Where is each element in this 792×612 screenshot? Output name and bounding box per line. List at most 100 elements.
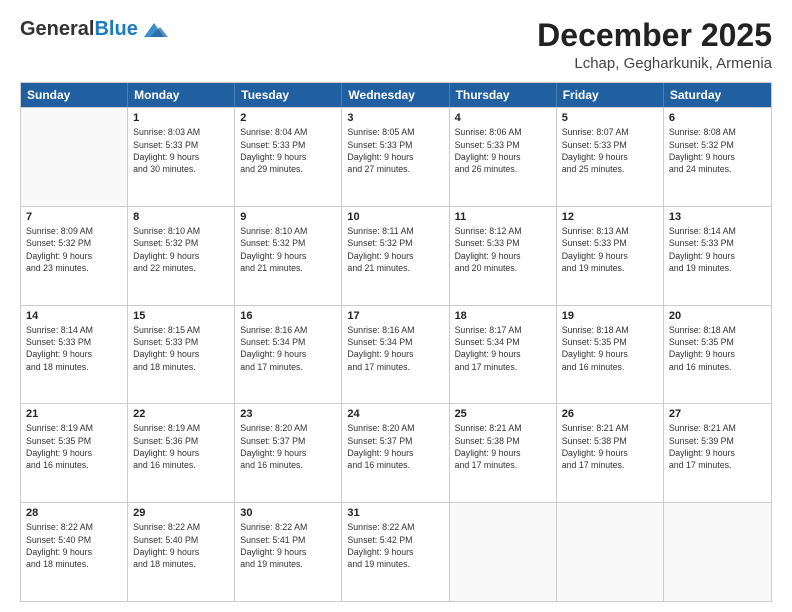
cell-info: Sunrise: 8:10 AM Sunset: 5:32 PM Dayligh… bbox=[240, 225, 336, 274]
title-block: December 2025 Lchap, Gegharkunik, Armeni… bbox=[537, 18, 772, 72]
cell-info: Sunrise: 8:20 AM Sunset: 5:37 PM Dayligh… bbox=[240, 422, 336, 471]
cell-info: Sunrise: 8:05 AM Sunset: 5:33 PM Dayligh… bbox=[347, 126, 443, 175]
cell-day-number: 23 bbox=[240, 408, 336, 420]
cell-info: Sunrise: 8:17 AM Sunset: 5:34 PM Dayligh… bbox=[455, 324, 551, 373]
cell-info: Sunrise: 8:03 AM Sunset: 5:33 PM Dayligh… bbox=[133, 126, 229, 175]
cell-day-number: 5 bbox=[562, 112, 658, 124]
cell-info: Sunrise: 8:08 AM Sunset: 5:32 PM Dayligh… bbox=[669, 126, 766, 175]
cell-info: Sunrise: 8:11 AM Sunset: 5:32 PM Dayligh… bbox=[347, 225, 443, 274]
cell-info: Sunrise: 8:19 AM Sunset: 5:36 PM Dayligh… bbox=[133, 422, 229, 471]
cell-day-number: 27 bbox=[669, 408, 766, 420]
calendar-cell-9: 9 Sunrise: 8:10 AM Sunset: 5:32 PM Daylig… bbox=[235, 207, 342, 305]
calendar-cell-11: 11 Sunrise: 8:12 AM Sunset: 5:33 PM Dayli… bbox=[450, 207, 557, 305]
logo-icon bbox=[140, 19, 168, 41]
location-title: Lchap, Gegharkunik, Armenia bbox=[537, 55, 772, 72]
cell-day-number: 10 bbox=[347, 211, 443, 223]
cell-info: Sunrise: 8:16 AM Sunset: 5:34 PM Dayligh… bbox=[240, 324, 336, 373]
cell-day-number: 29 bbox=[133, 507, 229, 519]
calendar-row-3: 21 Sunrise: 8:19 AM Sunset: 5:35 PM Dayli… bbox=[21, 403, 771, 502]
cell-info: Sunrise: 8:15 AM Sunset: 5:33 PM Dayligh… bbox=[133, 324, 229, 373]
calendar-cell-7: 7Sunrise: 8:09 AM Sunset: 5:32 PM Daylig… bbox=[21, 207, 128, 305]
calendar-cell-8: 8 Sunrise: 8:10 AM Sunset: 5:32 PM Daylig… bbox=[128, 207, 235, 305]
logo: GeneralBlue bbox=[20, 18, 168, 41]
calendar-cell-4: 4Sunrise: 8:06 AM Sunset: 5:33 PM Daylig… bbox=[450, 108, 557, 206]
cell-day-number: 4 bbox=[455, 112, 551, 124]
cell-day-number: 18 bbox=[455, 310, 551, 322]
calendar-cell-26: 26 Sunrise: 8:21 AM Sunset: 5:38 PM Dayli… bbox=[557, 404, 664, 502]
cell-day-number: 9 bbox=[240, 211, 336, 223]
month-title: December 2025 bbox=[537, 18, 772, 53]
cell-day-number: 11 bbox=[455, 211, 551, 223]
calendar-cell-empty-4-5 bbox=[557, 503, 664, 601]
cell-day-number: 26 bbox=[562, 408, 658, 420]
cell-day-number: 28 bbox=[26, 507, 122, 519]
calendar-cell-31: 31 Sunrise: 8:22 AM Sunset: 5:42 PM Dayli… bbox=[342, 503, 449, 601]
cell-day-number: 15 bbox=[133, 310, 229, 322]
cell-info: Sunrise: 8:18 AM Sunset: 5:35 PM Dayligh… bbox=[669, 324, 766, 373]
calendar-cell-17: 17 Sunrise: 8:16 AM Sunset: 5:34 PM Dayli… bbox=[342, 306, 449, 404]
calendar-cell-25: 25 Sunrise: 8:21 AM Sunset: 5:38 PM Dayli… bbox=[450, 404, 557, 502]
cell-day-number: 2 bbox=[240, 112, 336, 124]
cell-info: Sunrise: 8:10 AM Sunset: 5:32 PM Dayligh… bbox=[133, 225, 229, 274]
cell-info: Sunrise: 8:04 AM Sunset: 5:33 PM Dayligh… bbox=[240, 126, 336, 175]
cell-info: Sunrise: 8:22 AM Sunset: 5:42 PM Dayligh… bbox=[347, 521, 443, 570]
calendar-cell-22: 22 Sunrise: 8:19 AM Sunset: 5:36 PM Dayli… bbox=[128, 404, 235, 502]
cell-info: Sunrise: 8:21 AM Sunset: 5:38 PM Dayligh… bbox=[562, 422, 658, 471]
logo-general-text: GeneralBlue bbox=[20, 18, 138, 41]
cell-day-number: 13 bbox=[669, 211, 766, 223]
calendar: SundayMondayTuesdayWednesdayThursdayFrid… bbox=[20, 82, 772, 602]
cell-info: Sunrise: 8:14 AM Sunset: 5:33 PM Dayligh… bbox=[669, 225, 766, 274]
cell-day-number: 6 bbox=[669, 112, 766, 124]
calendar-row-4: 28 Sunrise: 8:22 AM Sunset: 5:40 PM Dayli… bbox=[21, 502, 771, 601]
calendar-cell-14: 14 Sunrise: 8:14 AM Sunset: 5:33 PM Dayli… bbox=[21, 306, 128, 404]
cell-day-number: 17 bbox=[347, 310, 443, 322]
calendar-cell-18: 18 Sunrise: 8:17 AM Sunset: 5:34 PM Dayli… bbox=[450, 306, 557, 404]
cell-day-number: 21 bbox=[26, 408, 122, 420]
cell-info: Sunrise: 8:13 AM Sunset: 5:33 PM Dayligh… bbox=[562, 225, 658, 274]
calendar-cell-empty-4-4 bbox=[450, 503, 557, 601]
cell-day-number: 8 bbox=[133, 211, 229, 223]
calendar-cell-10: 10 Sunrise: 8:11 AM Sunset: 5:32 PM Dayli… bbox=[342, 207, 449, 305]
weekday-header-thursday: Thursday bbox=[450, 83, 557, 107]
cell-day-number: 20 bbox=[669, 310, 766, 322]
calendar-row-1: 7Sunrise: 8:09 AM Sunset: 5:32 PM Daylig… bbox=[21, 206, 771, 305]
calendar-cell-16: 16 Sunrise: 8:16 AM Sunset: 5:34 PM Dayli… bbox=[235, 306, 342, 404]
weekday-header-tuesday: Tuesday bbox=[235, 83, 342, 107]
cell-day-number: 25 bbox=[455, 408, 551, 420]
calendar-cell-6: 6 Sunrise: 8:08 AM Sunset: 5:32 PM Daylig… bbox=[664, 108, 771, 206]
cell-day-number: 14 bbox=[26, 310, 122, 322]
calendar-cell-5: 5Sunrise: 8:07 AM Sunset: 5:33 PM Daylig… bbox=[557, 108, 664, 206]
calendar-cell-12: 12Sunrise: 8:13 AM Sunset: 5:33 PM Dayli… bbox=[557, 207, 664, 305]
calendar-cell-28: 28 Sunrise: 8:22 AM Sunset: 5:40 PM Dayli… bbox=[21, 503, 128, 601]
calendar-cell-1: 1Sunrise: 8:03 AM Sunset: 5:33 PM Daylig… bbox=[128, 108, 235, 206]
header: GeneralBlue December 2025 Lchap, Geghark… bbox=[20, 18, 772, 72]
cell-info: Sunrise: 8:14 AM Sunset: 5:33 PM Dayligh… bbox=[26, 324, 122, 373]
calendar-cell-2: 2 Sunrise: 8:04 AM Sunset: 5:33 PM Daylig… bbox=[235, 108, 342, 206]
cell-day-number: 31 bbox=[347, 507, 443, 519]
calendar-cell-empty-0-0 bbox=[21, 108, 128, 206]
cell-info: Sunrise: 8:21 AM Sunset: 5:39 PM Dayligh… bbox=[669, 422, 766, 471]
calendar-row-2: 14 Sunrise: 8:14 AM Sunset: 5:33 PM Dayli… bbox=[21, 305, 771, 404]
cell-info: Sunrise: 8:18 AM Sunset: 5:35 PM Dayligh… bbox=[562, 324, 658, 373]
cell-info: Sunrise: 8:21 AM Sunset: 5:38 PM Dayligh… bbox=[455, 422, 551, 471]
calendar-row-0: 1Sunrise: 8:03 AM Sunset: 5:33 PM Daylig… bbox=[21, 107, 771, 206]
cell-day-number: 16 bbox=[240, 310, 336, 322]
calendar-cell-15: 15 Sunrise: 8:15 AM Sunset: 5:33 PM Dayli… bbox=[128, 306, 235, 404]
calendar-cell-20: 20 Sunrise: 8:18 AM Sunset: 5:35 PM Dayli… bbox=[664, 306, 771, 404]
weekday-header-friday: Friday bbox=[557, 83, 664, 107]
calendar-cell-3: 3 Sunrise: 8:05 AM Sunset: 5:33 PM Daylig… bbox=[342, 108, 449, 206]
cell-info: Sunrise: 8:20 AM Sunset: 5:37 PM Dayligh… bbox=[347, 422, 443, 471]
calendar-body: 1Sunrise: 8:03 AM Sunset: 5:33 PM Daylig… bbox=[21, 107, 771, 601]
cell-info: Sunrise: 8:16 AM Sunset: 5:34 PM Dayligh… bbox=[347, 324, 443, 373]
cell-day-number: 22 bbox=[133, 408, 229, 420]
cell-info: Sunrise: 8:22 AM Sunset: 5:40 PM Dayligh… bbox=[133, 521, 229, 570]
calendar-cell-24: 24Sunrise: 8:20 AM Sunset: 5:37 PM Dayli… bbox=[342, 404, 449, 502]
cell-info: Sunrise: 8:12 AM Sunset: 5:33 PM Dayligh… bbox=[455, 225, 551, 274]
cell-info: Sunrise: 8:19 AM Sunset: 5:35 PM Dayligh… bbox=[26, 422, 122, 471]
cell-day-number: 3 bbox=[347, 112, 443, 124]
cell-info: Sunrise: 8:22 AM Sunset: 5:40 PM Dayligh… bbox=[26, 521, 122, 570]
cell-day-number: 30 bbox=[240, 507, 336, 519]
weekday-header-wednesday: Wednesday bbox=[342, 83, 449, 107]
calendar-header: SundayMondayTuesdayWednesdayThursdayFrid… bbox=[21, 83, 771, 107]
calendar-cell-13: 13 Sunrise: 8:14 AM Sunset: 5:33 PM Dayli… bbox=[664, 207, 771, 305]
